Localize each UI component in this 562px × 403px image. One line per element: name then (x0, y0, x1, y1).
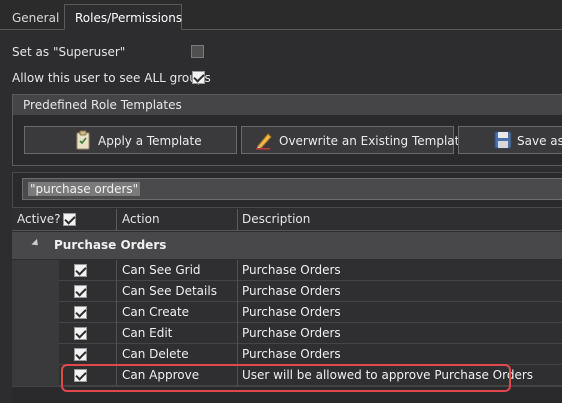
floppy-disk-icon (494, 131, 512, 149)
save-as-button[interactable]: Save as (458, 126, 562, 154)
apply-template-label: Apply a Template (98, 134, 202, 148)
row-description: Purchase Orders (242, 326, 341, 340)
superuser-checkbox[interactable] (191, 45, 204, 58)
column-description[interactable]: Description (242, 212, 310, 226)
cell-divider (237, 281, 238, 302)
row-action: Can Create (122, 305, 190, 319)
row-indent (12, 260, 59, 281)
cell-divider (116, 302, 117, 323)
cell-divider (116, 281, 117, 302)
templates-title: Predefined Role Templates (23, 98, 182, 112)
row-action: Can See Details (122, 284, 217, 298)
column-action[interactable]: Action (122, 212, 160, 226)
overwrite-template-button[interactable]: Overwrite an Existing Template (241, 126, 467, 154)
row-description: Purchase Orders (242, 263, 341, 277)
row-active-checkbox[interactable] (74, 264, 87, 277)
cell-divider (116, 344, 117, 365)
save-as-label: Save as (517, 134, 562, 148)
templates-header: Predefined Role Templates (13, 95, 562, 115)
row-action: Can Edit (122, 326, 173, 340)
select-all-checkbox[interactable] (63, 213, 76, 226)
table-row[interactable]: Can Delete Purchase Orders (12, 344, 562, 365)
row-active-checkbox[interactable] (74, 306, 87, 319)
filter-input[interactable]: "purchase orders" (22, 178, 562, 200)
table-row[interactable]: Can Edit Purchase Orders (12, 323, 562, 344)
group-title: Purchase Orders (54, 238, 167, 252)
row-action: Can Delete (122, 347, 189, 361)
tab-general[interactable]: General (2, 6, 62, 30)
pencil-icon (256, 133, 272, 150)
overwrite-template-label: Overwrite an Existing Template (279, 134, 467, 148)
row-indent (12, 302, 59, 323)
cell-divider (237, 344, 238, 365)
group-row-purchase-orders[interactable]: Purchase Orders (12, 232, 562, 259)
cell-divider (237, 302, 238, 323)
column-active[interactable]: Active? (17, 212, 61, 226)
row-indent (12, 281, 59, 302)
row-active-checkbox[interactable] (74, 285, 87, 298)
all-groups-checkbox[interactable] (192, 71, 205, 84)
column-divider (237, 209, 238, 231)
row-active-checkbox[interactable] (74, 327, 87, 340)
row-active-checkbox[interactable] (74, 348, 87, 361)
clipboard-icon (76, 130, 90, 150)
row-indent (12, 323, 59, 344)
filter-value: "purchase orders" (28, 182, 141, 196)
superuser-label: Set as "Superuser" (12, 45, 126, 59)
cell-divider (237, 260, 238, 281)
cell-divider (237, 323, 238, 344)
row-indent (12, 365, 59, 386)
row-description: Purchase Orders (242, 347, 341, 361)
table-row[interactable]: Can See Grid Purchase Orders (12, 260, 562, 281)
row-indent (12, 344, 59, 365)
collapse-triangle-icon[interactable] (31, 238, 41, 249)
table-row[interactable]: Can Create Purchase Orders (12, 302, 562, 323)
cell-divider (116, 260, 117, 281)
column-divider (116, 209, 117, 231)
row-description: Purchase Orders (242, 305, 341, 319)
grid-header: Active? Action Description (12, 209, 562, 231)
row-action: Can See Grid (122, 263, 201, 277)
highlight-box (61, 364, 511, 392)
all-groups-label: Allow this user to see ALL groups (12, 71, 211, 85)
tab-roles-permissions[interactable]: Roles/Permissions (64, 4, 182, 30)
table-row[interactable]: Can See Details Purchase Orders (12, 281, 562, 302)
row-description: Purchase Orders (242, 284, 341, 298)
tab-bar: General Roles/Permissions (0, 0, 562, 30)
apply-template-button[interactable]: Apply a Template (24, 126, 237, 154)
cell-divider (116, 323, 117, 344)
